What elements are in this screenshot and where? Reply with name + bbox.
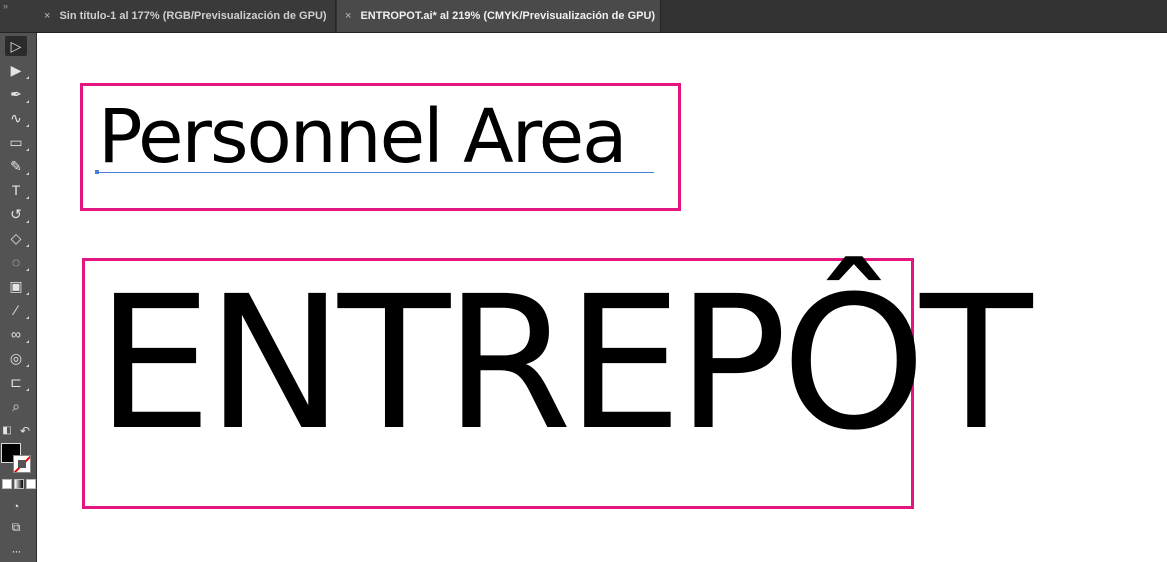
- color-mode-row: [2, 479, 36, 489]
- default-colors-icon[interactable]: ◧: [1, 421, 13, 441]
- draw-mode-icon[interactable]: ◔: [5, 497, 27, 517]
- gradient-mode-button[interactable]: [14, 479, 24, 489]
- color-mode-button[interactable]: [2, 479, 12, 489]
- selection-tool-icon[interactable]: ▷: [5, 36, 27, 56]
- fill-stroke-swatches: [1, 443, 35, 479]
- stroke-swatch[interactable]: [13, 455, 31, 473]
- none-mode-button[interactable]: [26, 479, 36, 489]
- tools-panel: ▷ ▶ ✒ ∿ ▭ ✎ T ↺ ◇ ◌ ▣ ⁄ ∞ ◎ ⊏ ⌕ ◧ ↶ ◔ ⧉ …: [0, 33, 37, 562]
- paintbrush-tool-icon[interactable]: ✎: [5, 156, 29, 176]
- direct-selection-tool-icon[interactable]: ▶: [5, 60, 29, 80]
- shape-builder-tool-icon[interactable]: ◎: [5, 348, 29, 368]
- collapse-icon: »: [3, 1, 8, 11]
- artboard-tool-icon[interactable]: ⊏: [5, 372, 29, 392]
- swap-colors-icon[interactable]: ↶: [18, 421, 32, 441]
- close-icon[interactable]: ×: [345, 10, 351, 22]
- document-tab-bar: » × Sin título-1 al 177% (RGB/Previsuali…: [0, 0, 1167, 33]
- panel-grip[interactable]: »: [0, 0, 37, 32]
- pen-tool-icon[interactable]: ✒: [5, 84, 29, 104]
- heading-text[interactable]: Personnel Area: [98, 100, 627, 174]
- zoom-tool-icon[interactable]: ⌕: [5, 396, 27, 416]
- text-anchor-point[interactable]: [95, 170, 99, 174]
- tab-untitled-document[interactable]: × Sin título-1 al 177% (RGB/Previsualiza…: [36, 0, 336, 32]
- title-text[interactable]: ENTREPÔT: [96, 272, 1033, 456]
- tab-label: Sin título-1 al 177% (RGB/Previsualizaci…: [59, 10, 327, 22]
- curvature-tool-icon[interactable]: ∿: [5, 108, 29, 128]
- more-tools-icon[interactable]: ···: [5, 541, 27, 561]
- screen-mode-icon[interactable]: ⧉: [5, 517, 27, 537]
- type-tool-icon[interactable]: T: [5, 180, 29, 200]
- blend-tool-icon[interactable]: ∞: [5, 324, 29, 344]
- close-icon[interactable]: ×: [44, 10, 50, 22]
- gradient-tool-icon[interactable]: ▣: [5, 276, 29, 296]
- rectangle-tool-icon[interactable]: ▭: [5, 132, 29, 152]
- tab-label: ENTROPOT.ai* al 219% (CMYK/Previsualizac…: [360, 10, 656, 22]
- eraser-tool-icon[interactable]: ◇: [5, 228, 29, 248]
- eyedropper-tool-icon[interactable]: ⁄: [5, 300, 29, 320]
- text-baseline: [96, 172, 654, 173]
- rotate-tool-icon[interactable]: ↺: [5, 204, 29, 224]
- warp-tool-icon[interactable]: ◌: [5, 252, 29, 272]
- tab-entropot-document[interactable]: × ENTROPOT.ai* al 219% (CMYK/Previsualiz…: [337, 0, 661, 32]
